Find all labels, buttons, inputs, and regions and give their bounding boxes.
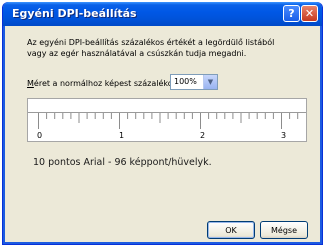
help-icon: ? (288, 7, 295, 20)
ruler-slider[interactable]: 0 1 2 3 (27, 98, 307, 142)
scale-percent-dropdown[interactable]: 100% ▼ (170, 74, 218, 90)
ruler-label-2: 2 (200, 131, 206, 140)
help-button[interactable]: ? (283, 5, 300, 22)
description-line-1: Az egyéni DPI-beállítás százalékos érték… (27, 38, 275, 47)
close-button[interactable]: ✕ (301, 5, 318, 22)
description-line-2: vagy az egér használatával a csúszkán tu… (27, 49, 247, 58)
dpi-dialog-window: Egyéni DPI-beállítás ? ✕ Az egyéni DPI-b… (2, 2, 323, 245)
scale-label: Méret a normálhoz képest százalékosan: (27, 79, 189, 88)
ruler-ticks (28, 112, 306, 129)
description-text: Az egyéni DPI-beállítás százalékos érték… (27, 37, 307, 59)
window-title: Egyéni DPI-beállítás (12, 7, 137, 20)
cancel-button[interactable]: Mégse (260, 221, 308, 239)
scale-label-rest: éret a normálhoz képest százalékosan: (33, 79, 190, 88)
dropdown-button[interactable]: ▼ (203, 75, 217, 89)
ok-button[interactable]: OK (207, 221, 255, 239)
ruler-label-3: 3 (281, 131, 287, 140)
ruler-label-1: 1 (119, 131, 125, 140)
scale-percent-value: 100% (174, 77, 197, 86)
scale-label-accelerator: M (27, 79, 34, 88)
ruler-label-0: 0 (37, 131, 43, 140)
sample-text: 10 pontos Arial - 96 képpont/hüvelyk. (33, 157, 212, 168)
chevron-down-icon: ▼ (207, 78, 214, 86)
title-bar[interactable]: Egyéni DPI-beállítás ? ✕ (3, 2, 322, 26)
close-icon: ✕ (304, 7, 315, 20)
